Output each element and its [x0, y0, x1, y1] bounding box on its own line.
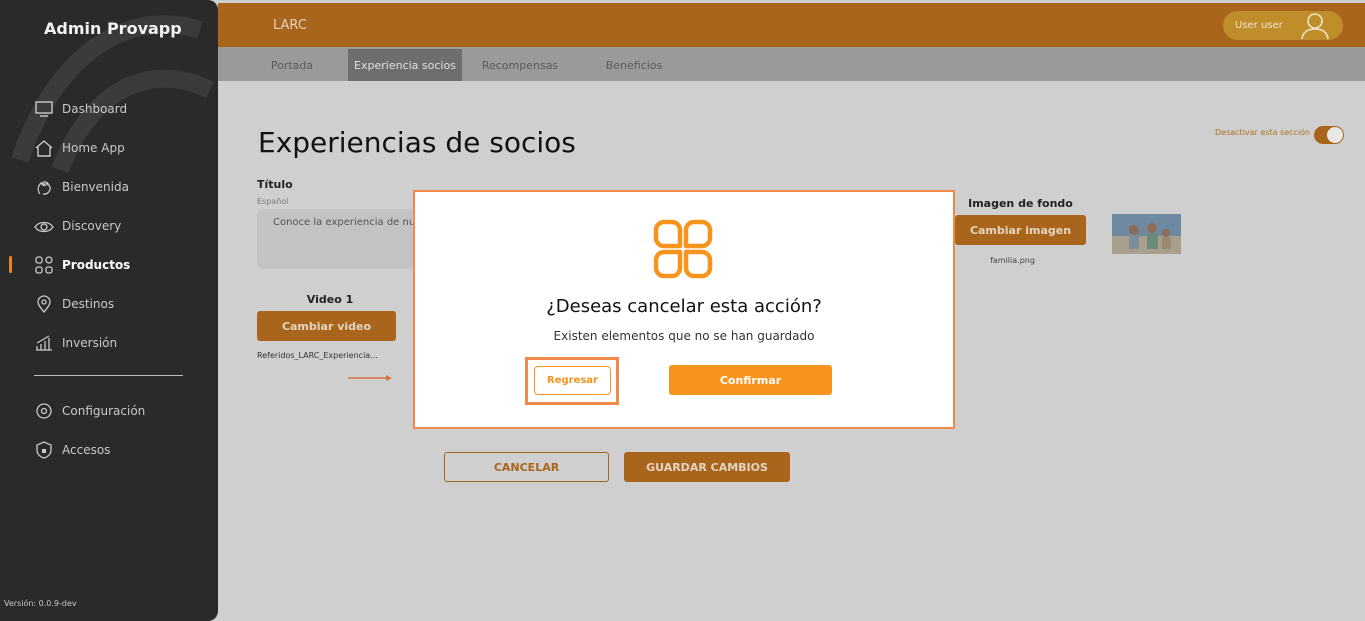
video-filename: Referidos_LARC_Experiencia...	[257, 351, 378, 360]
background-image-thumbnail	[1112, 214, 1181, 254]
bar-chart-icon	[34, 333, 54, 353]
title-field-label: Título	[257, 178, 293, 191]
cancel-button[interactable]: CANCELAR	[444, 452, 609, 482]
page-title: Experiencias de socios	[258, 126, 576, 159]
sidebar-item-home-app[interactable]: Home App	[0, 128, 218, 167]
sidebar-item-productos[interactable]: Productos	[0, 245, 218, 284]
location-pin-icon	[34, 294, 54, 314]
save-changes-button[interactable]: GUARDAR CAMBIOS	[624, 452, 790, 482]
sidebar-nav-secondary: Configuración Accesos	[0, 391, 218, 469]
sidebar-item-label: Inversión	[62, 335, 118, 350]
language-label: Español	[257, 197, 289, 206]
version-label: Versión: 0.0.9-dev	[4, 599, 77, 608]
sidebar-item-label: Home App	[62, 140, 125, 155]
brand-logo-icon	[653, 219, 713, 279]
confirm-button[interactable]: Confirmar	[669, 365, 832, 395]
app-name: LARC	[273, 18, 307, 33]
dialog-message: Existen elementos que no se han guardado	[553, 329, 815, 343]
sidebar: Admin Provapp Dashboard Home App Bienven…	[0, 0, 218, 621]
back-button[interactable]: Regresar	[534, 366, 611, 395]
brand-title: Admin Provapp	[44, 19, 182, 38]
video-label: Video 1	[306, 293, 354, 306]
user-name: User user	[1235, 20, 1283, 31]
tab-experiencia-socios[interactable]: Experiencia socios	[348, 49, 462, 81]
arrow-icon	[348, 375, 392, 381]
tab-bar: Portada Experiencia socios Recompensas B…	[218, 47, 1365, 81]
sidebar-item-label: Configuración	[62, 403, 146, 418]
sidebar-item-label: Bienvenida	[62, 179, 129, 194]
change-video-button[interactable]: Cambiar video	[257, 311, 396, 341]
sidebar-item-destinos[interactable]: Destinos	[0, 284, 218, 323]
sidebar-item-dashboard[interactable]: Dashboard	[0, 89, 218, 128]
sidebar-divider	[34, 375, 183, 376]
settings-icon	[34, 401, 54, 421]
confirm-dialog: ¿Deseas cancelar esta acción? Existen el…	[413, 190, 955, 429]
top-bar: LARC User user	[218, 3, 1365, 47]
sidebar-item-configuracion[interactable]: Configuración	[0, 391, 218, 430]
image-filename: familia.png	[990, 256, 1035, 265]
sidebar-item-label: Productos	[62, 257, 131, 272]
sidebar-item-label: Destinos	[62, 296, 115, 311]
section-toggle[interactable]	[1314, 126, 1344, 144]
tab-recompensas[interactable]: Recompensas	[476, 49, 564, 81]
sidebar-item-label: Accesos	[62, 442, 111, 457]
dialog-title: ¿Deseas cancelar esta acción?	[546, 296, 822, 317]
grid-icon	[34, 255, 54, 275]
monitor-icon	[34, 99, 54, 119]
user-menu[interactable]: User user	[1223, 11, 1343, 40]
user-avatar-icon	[1301, 13, 1329, 40]
background-image-label: Imagen de fondo	[968, 197, 1073, 210]
sidebar-item-label: Discovery	[62, 218, 122, 233]
tab-beneficios[interactable]: Beneficios	[600, 49, 668, 81]
eye-icon	[34, 216, 54, 236]
shield-icon	[34, 440, 54, 460]
sidebar-item-inversion[interactable]: Inversión	[0, 323, 218, 362]
change-image-button[interactable]: Cambiar imagen	[955, 215, 1086, 245]
sidebar-item-bienvenida[interactable]: Bienvenida	[0, 167, 218, 206]
toggle-label: Desactivar esta sección	[1215, 128, 1311, 137]
sidebar-item-discovery[interactable]: Discovery	[0, 206, 218, 245]
sidebar-item-accesos[interactable]: Accesos	[0, 430, 218, 469]
tab-portada[interactable]: Portada	[262, 49, 322, 81]
sidebar-nav: Dashboard Home App Bienvenida Discovery …	[0, 89, 218, 362]
wave-hand-icon	[34, 177, 54, 197]
home-icon	[34, 138, 54, 158]
toggle-knob	[1327, 127, 1343, 143]
sidebar-item-label: Dashboard	[62, 101, 128, 116]
